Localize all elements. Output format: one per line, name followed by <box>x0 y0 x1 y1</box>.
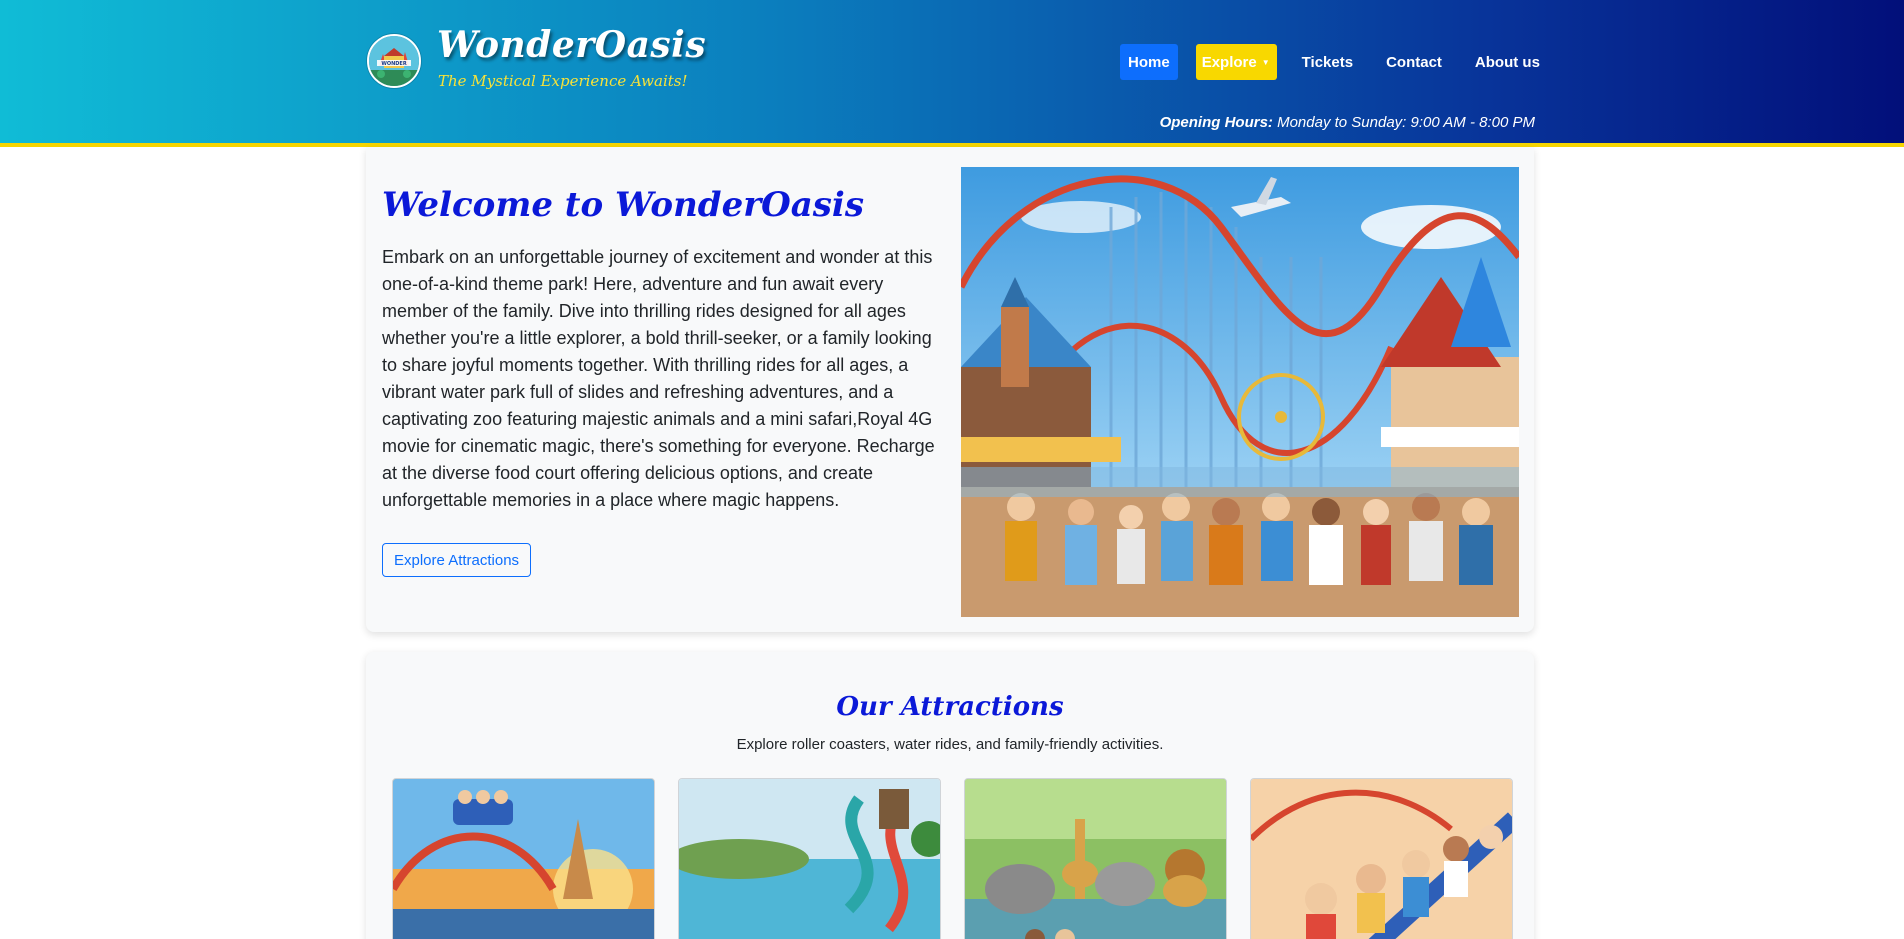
explore-attractions-button[interactable]: Explore Attractions <box>382 543 532 577</box>
nav-explore-label: Explore <box>1201 53 1257 71</box>
nav-explore-dropdown[interactable]: Explore ▼ <box>1195 44 1277 80</box>
main-nav: Home Explore ▼ Tickets Contact About us <box>1120 44 1566 80</box>
attraction-card-family-ride-image[interactable] <box>1250 778 1513 939</box>
attraction-card-zoo-image[interactable] <box>964 778 1227 939</box>
nav-contact[interactable]: Contact <box>1379 44 1449 80</box>
roller-coaster-illustration <box>393 779 654 939</box>
zoo-illustration <box>965 779 1226 939</box>
attractions-section: Our Attractions Explore roller coasters,… <box>366 652 1534 939</box>
opening-hours-value: Monday to Sunday: 9:00 AM - 8:00 PM <box>1277 114 1535 131</box>
site-header: WONDER WonderOasis The Mystical Experien… <box>0 0 1904 147</box>
nav-tickets[interactable]: Tickets <box>1295 44 1360 80</box>
attractions-subtitle: Explore roller coasters, water rides, an… <box>736 736 1164 753</box>
attractions-title: Our Attractions <box>836 692 1064 722</box>
attraction-card-roller-coaster-image[interactable] <box>392 778 655 939</box>
welcome-title: Welcome to WonderOasis <box>382 185 864 225</box>
hero-theme-park-image <box>961 167 1519 617</box>
welcome-section: Welcome to WonderOasis Embark on an unfo… <box>366 147 1534 632</box>
water-park-illustration <box>679 779 940 939</box>
attraction-card-water-park-image[interactable] <box>678 778 941 939</box>
brand-name[interactable]: WonderOasis <box>437 24 706 66</box>
park-logo-image: WONDER <box>369 36 419 86</box>
nav-home[interactable]: Home <box>1120 44 1178 80</box>
welcome-description: Embark on an unforgettable journey of ex… <box>382 247 935 510</box>
brand-tagline: The Mystical Experience Awaits! <box>438 72 688 90</box>
svg-text:WONDER: WONDER <box>381 61 407 67</box>
caret-down-icon: ▼ <box>1261 57 1270 67</box>
family-ride-illustration <box>1251 779 1512 939</box>
park-logo[interactable]: WONDER <box>367 34 421 88</box>
hero-illustration <box>961 167 1519 617</box>
opening-hours: Opening Hours: Monday to Sunday: 9:00 AM… <box>1160 114 1535 131</box>
nav-about[interactable]: About us <box>1468 44 1547 80</box>
opening-hours-label: Opening Hours: <box>1159 114 1273 131</box>
